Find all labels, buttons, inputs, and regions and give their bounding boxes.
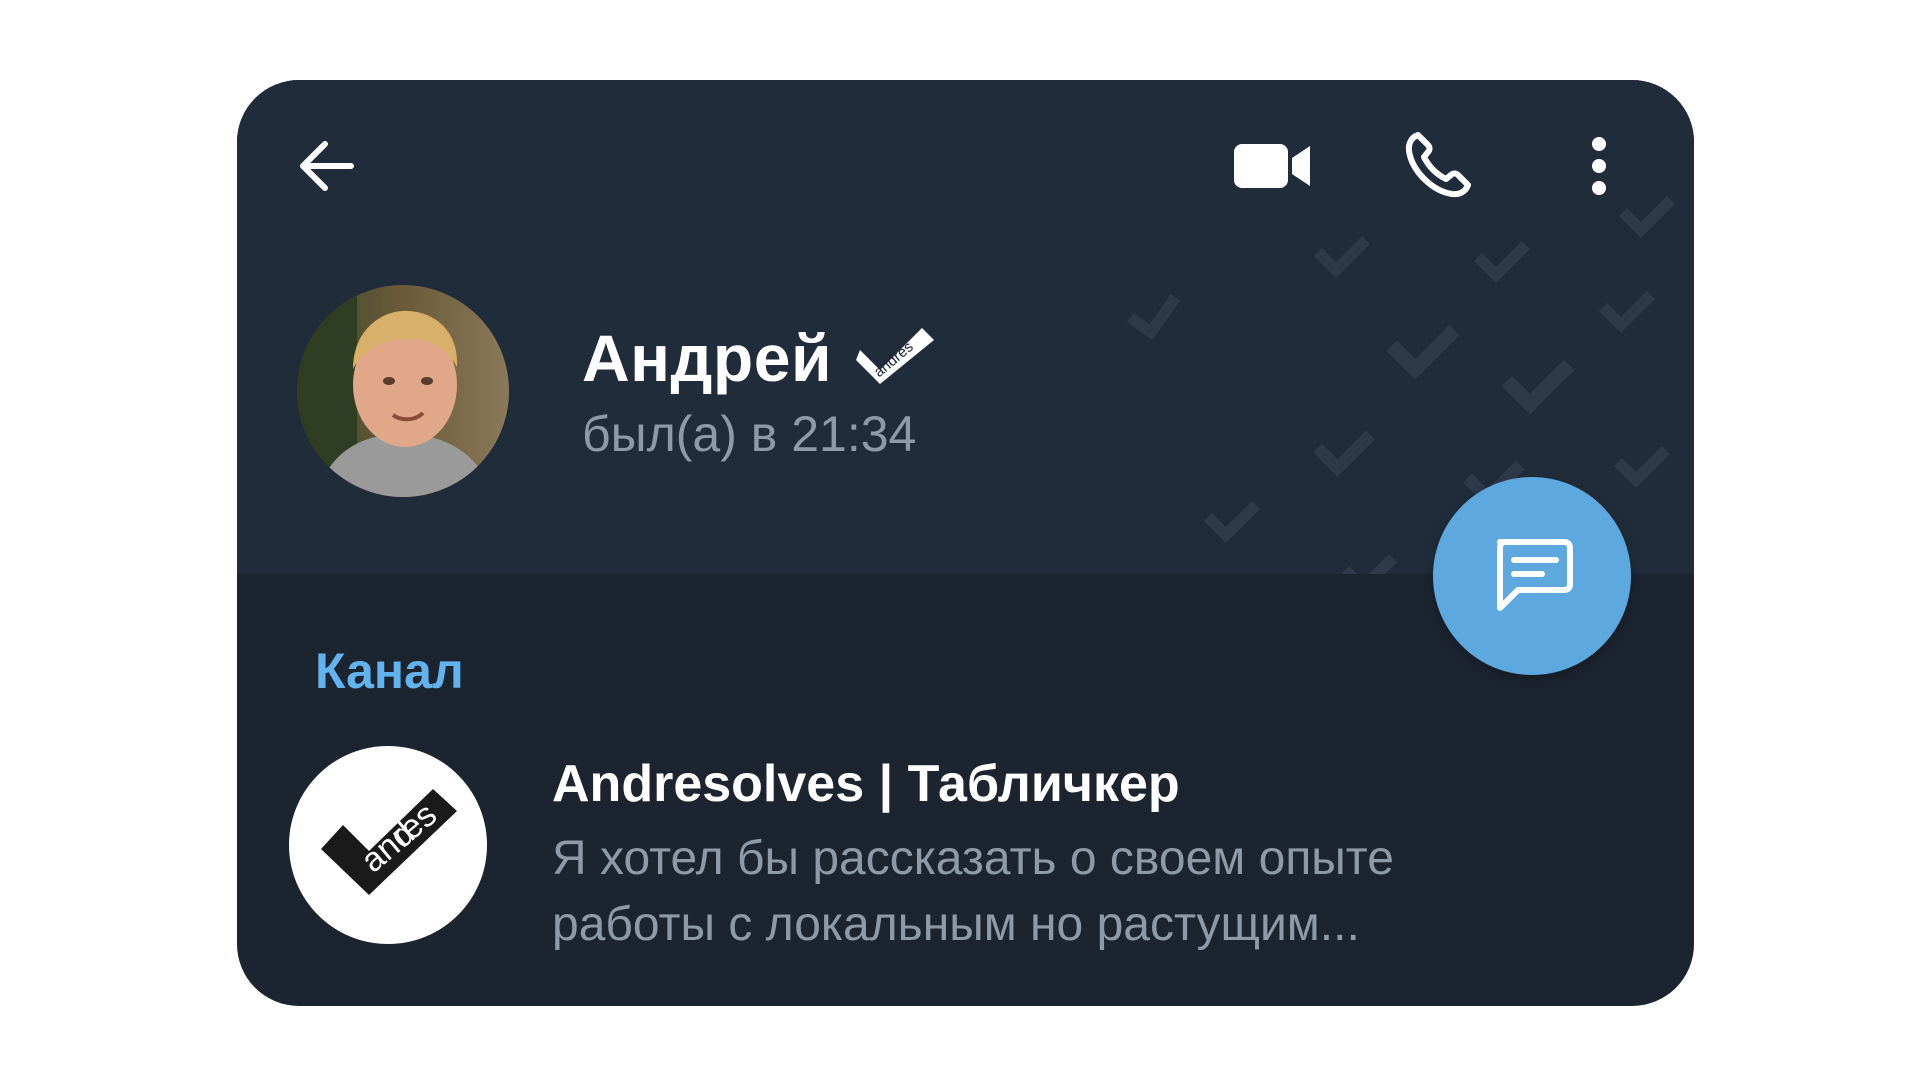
- video-call-button[interactable]: [1227, 130, 1317, 202]
- andres-badge-icon: andres: [856, 327, 935, 393]
- channel-list-item[interactable]: and res Andresolves | Табличкер Я хотел …: [289, 746, 1649, 956]
- more-options-button[interactable]: [1579, 128, 1619, 204]
- profile-name: Андрей: [582, 321, 833, 395]
- channel-section-label: Канал: [315, 643, 464, 699]
- channel-description-line: работы с локальным но растущим...: [552, 898, 1360, 951]
- channel-title: Andresolves | Табличкер: [552, 755, 1180, 813]
- channel-description: Я хотел бы рассказать о своем опыте рабо…: [552, 826, 1552, 958]
- profile-avatar[interactable]: [297, 285, 509, 497]
- phone-icon: [1405, 132, 1471, 198]
- channel-avatar: and res: [289, 746, 487, 944]
- andres-logo-icon: and res: [321, 789, 457, 895]
- message-icon: [1497, 539, 1573, 611]
- call-button[interactable]: [1399, 128, 1475, 204]
- profile-name-row: Андрей andres: [582, 320, 935, 396]
- video-camera-icon: [1234, 144, 1310, 188]
- more-vertical-icon: [1592, 137, 1606, 195]
- avatar-photo: [297, 285, 509, 497]
- send-message-button[interactable]: [1433, 477, 1631, 675]
- channel-description-line: Я хотел бы рассказать о своем опыте: [552, 832, 1394, 885]
- profile-card: Андрей andres был(а) в 21:34 Канал and r…: [237, 80, 1694, 1006]
- last-seen-status: был(а) в 21:34: [582, 406, 917, 462]
- arrow-left-icon: [300, 141, 354, 191]
- back-button[interactable]: [291, 130, 363, 202]
